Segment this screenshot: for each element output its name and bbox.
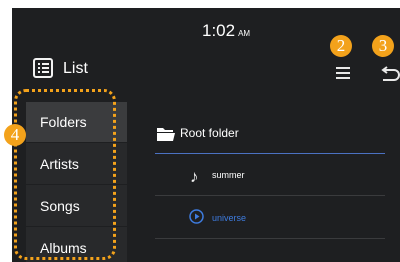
folder-icon: [157, 128, 175, 141]
song-row-summer[interactable]: ♪ summer: [155, 154, 385, 196]
song-title-playing: universe: [212, 213, 247, 223]
music-note-icon: ♪: [190, 167, 199, 186]
sidebar-item-folders[interactable]: Folders: [26, 102, 127, 143]
sidebar: Folders Artists Songs Albums: [26, 102, 127, 262]
menu-icon[interactable]: [336, 67, 350, 81]
page-title: List: [63, 60, 88, 77]
back-icon[interactable]: [379, 66, 400, 84]
annotation-marker-4: 4: [4, 124, 26, 146]
status-bar-time: 1:02 AM: [202, 21, 250, 41]
list-icon: [33, 58, 53, 78]
play-circle-icon: [189, 209, 204, 224]
sidebar-item-songs[interactable]: Songs: [26, 186, 127, 227]
time-text: 1:02: [202, 21, 236, 40]
song-row-universe[interactable]: universe: [155, 196, 385, 239]
root-folder-label: Root folder: [180, 126, 239, 140]
time-ampm: AM: [238, 29, 251, 38]
root-folder-row[interactable]: Root folder: [155, 117, 385, 154]
sidebar-item-albums[interactable]: Albums: [26, 228, 127, 262]
annotation-marker-2: 2: [330, 35, 352, 57]
song-title: summer: [212, 170, 245, 180]
sidebar-item-artists[interactable]: Artists: [26, 144, 127, 185]
annotation-marker-3: 3: [372, 35, 394, 57]
